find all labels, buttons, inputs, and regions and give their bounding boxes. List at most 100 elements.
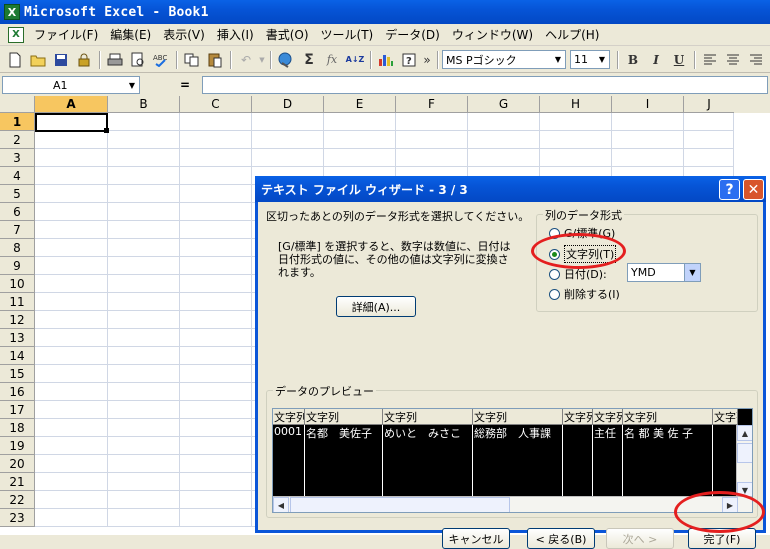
grid-cell[interactable] (180, 455, 252, 473)
menu-format[interactable]: 書式(O) (260, 24, 315, 45)
grid-cell[interactable] (108, 275, 180, 293)
grid-cell[interactable] (35, 149, 108, 167)
row-header[interactable]: 8 (0, 239, 35, 257)
open-folder-icon[interactable] (27, 49, 49, 71)
grid-cell[interactable] (35, 347, 108, 365)
grid-cell[interactable] (35, 473, 108, 491)
grid-cell[interactable] (252, 149, 324, 167)
grid-cell[interactable] (35, 185, 108, 203)
row-header[interactable]: 21 (0, 473, 35, 491)
align-left-icon[interactable] (699, 49, 721, 71)
grid-cell[interactable] (540, 149, 612, 167)
select-all-corner[interactable] (0, 96, 35, 113)
grid-cell[interactable] (684, 131, 734, 149)
active-cell-outline[interactable] (35, 113, 108, 132)
grid-cell[interactable] (180, 329, 252, 347)
grid-cell[interactable] (180, 113, 252, 131)
row-header[interactable]: 11 (0, 293, 35, 311)
grid-cell[interactable] (180, 185, 252, 203)
grid-cell[interactable] (180, 473, 252, 491)
grid-cell[interactable] (180, 275, 252, 293)
grid-cell[interactable] (35, 203, 108, 221)
row-header[interactable]: 20 (0, 455, 35, 473)
grid-cell[interactable] (35, 131, 108, 149)
preview-header[interactable]: 文字列 (593, 409, 623, 425)
column-header[interactable]: C (180, 96, 252, 113)
grid-cell[interactable] (108, 365, 180, 383)
grid-cell[interactable] (324, 113, 396, 131)
grid-cell[interactable] (180, 509, 252, 527)
new-file-icon[interactable] (4, 49, 26, 71)
grid-cell[interactable] (35, 329, 108, 347)
column-header[interactable]: D (252, 96, 324, 113)
row-header[interactable]: 14 (0, 347, 35, 365)
undo-dropdown-icon[interactable]: ▼ (258, 49, 266, 71)
grid-cell[interactable] (108, 203, 180, 221)
autosum-icon[interactable]: Σ (298, 49, 320, 71)
grid-cell[interactable] (180, 293, 252, 311)
grid-cell[interactable] (396, 113, 468, 131)
chart-wizard-icon[interactable] (375, 49, 397, 71)
row-header[interactable]: 22 (0, 491, 35, 509)
row-header[interactable]: 6 (0, 203, 35, 221)
grid-cell[interactable] (108, 131, 180, 149)
grid-cell[interactable] (108, 185, 180, 203)
row-header[interactable]: 16 (0, 383, 35, 401)
grid-cell[interactable] (180, 401, 252, 419)
back-button[interactable]: < 戻る(B) (527, 528, 595, 549)
grid-cell[interactable] (35, 383, 108, 401)
grid-cell[interactable] (35, 257, 108, 275)
grid-cell[interactable] (108, 491, 180, 509)
fill-handle[interactable] (104, 128, 109, 133)
row-header[interactable]: 17 (0, 401, 35, 419)
grid-cell[interactable] (252, 131, 324, 149)
undo-icon[interactable]: ↶ (235, 49, 257, 71)
grid-cell[interactable] (108, 221, 180, 239)
chevron-down-icon[interactable]: ▼ (125, 77, 139, 93)
align-center-icon[interactable] (722, 49, 744, 71)
scroll-up-icon[interactable]: ▲ (737, 425, 752, 441)
grid-cell[interactable] (35, 311, 108, 329)
grid-cell[interactable] (180, 437, 252, 455)
grid-cell[interactable] (108, 311, 180, 329)
row-header[interactable]: 9 (0, 257, 35, 275)
row-header[interactable]: 19 (0, 437, 35, 455)
column-header[interactable]: A (35, 96, 108, 113)
grid-cell[interactable] (35, 491, 108, 509)
toolbar-options-icon[interactable]: » (421, 49, 433, 71)
menu-tools[interactable]: ツール(T) (315, 24, 380, 45)
row-header[interactable]: 4 (0, 167, 35, 185)
grid-cell[interactable] (612, 149, 684, 167)
hyperlink-icon[interactable] (275, 49, 297, 71)
menu-file[interactable]: ファイル(F) (28, 24, 104, 45)
menu-data[interactable]: データ(D) (379, 24, 446, 45)
font-name-select[interactable]: MS Pゴシック ▼ (442, 50, 566, 69)
bold-button[interactable]: B (622, 49, 644, 71)
grid-cell[interactable] (108, 149, 180, 167)
name-box[interactable]: A1 ▼ (2, 76, 140, 94)
column-header[interactable]: E (324, 96, 396, 113)
grid-cell[interactable] (35, 455, 108, 473)
italic-button[interactable]: I (645, 49, 667, 71)
grid-cell[interactable] (180, 347, 252, 365)
help-icon[interactable]: ? (719, 179, 740, 200)
row-header[interactable]: 15 (0, 365, 35, 383)
grid-cell[interactable] (180, 257, 252, 275)
scroll-thumb[interactable] (737, 443, 752, 463)
spelling-icon[interactable]: ABC (150, 49, 172, 71)
underline-button[interactable]: U (668, 49, 690, 71)
chevron-down-icon[interactable]: ▼ (595, 51, 609, 68)
chevron-down-icon[interactable]: ▼ (551, 51, 565, 68)
grid-cell[interactable] (35, 167, 108, 185)
grid-cell[interactable] (180, 167, 252, 185)
row-header[interactable]: 3 (0, 149, 35, 167)
preview-header[interactable]: 文字列 (473, 409, 563, 425)
grid-cell[interactable] (540, 131, 612, 149)
print-icon[interactable] (104, 49, 126, 71)
save-icon[interactable] (50, 49, 72, 71)
grid-cell[interactable] (35, 401, 108, 419)
menu-edit[interactable]: 編集(E) (104, 24, 157, 45)
grid-cell[interactable] (35, 365, 108, 383)
preview-header[interactable]: 文字列 (273, 409, 305, 425)
grid-cell[interactable] (35, 239, 108, 257)
